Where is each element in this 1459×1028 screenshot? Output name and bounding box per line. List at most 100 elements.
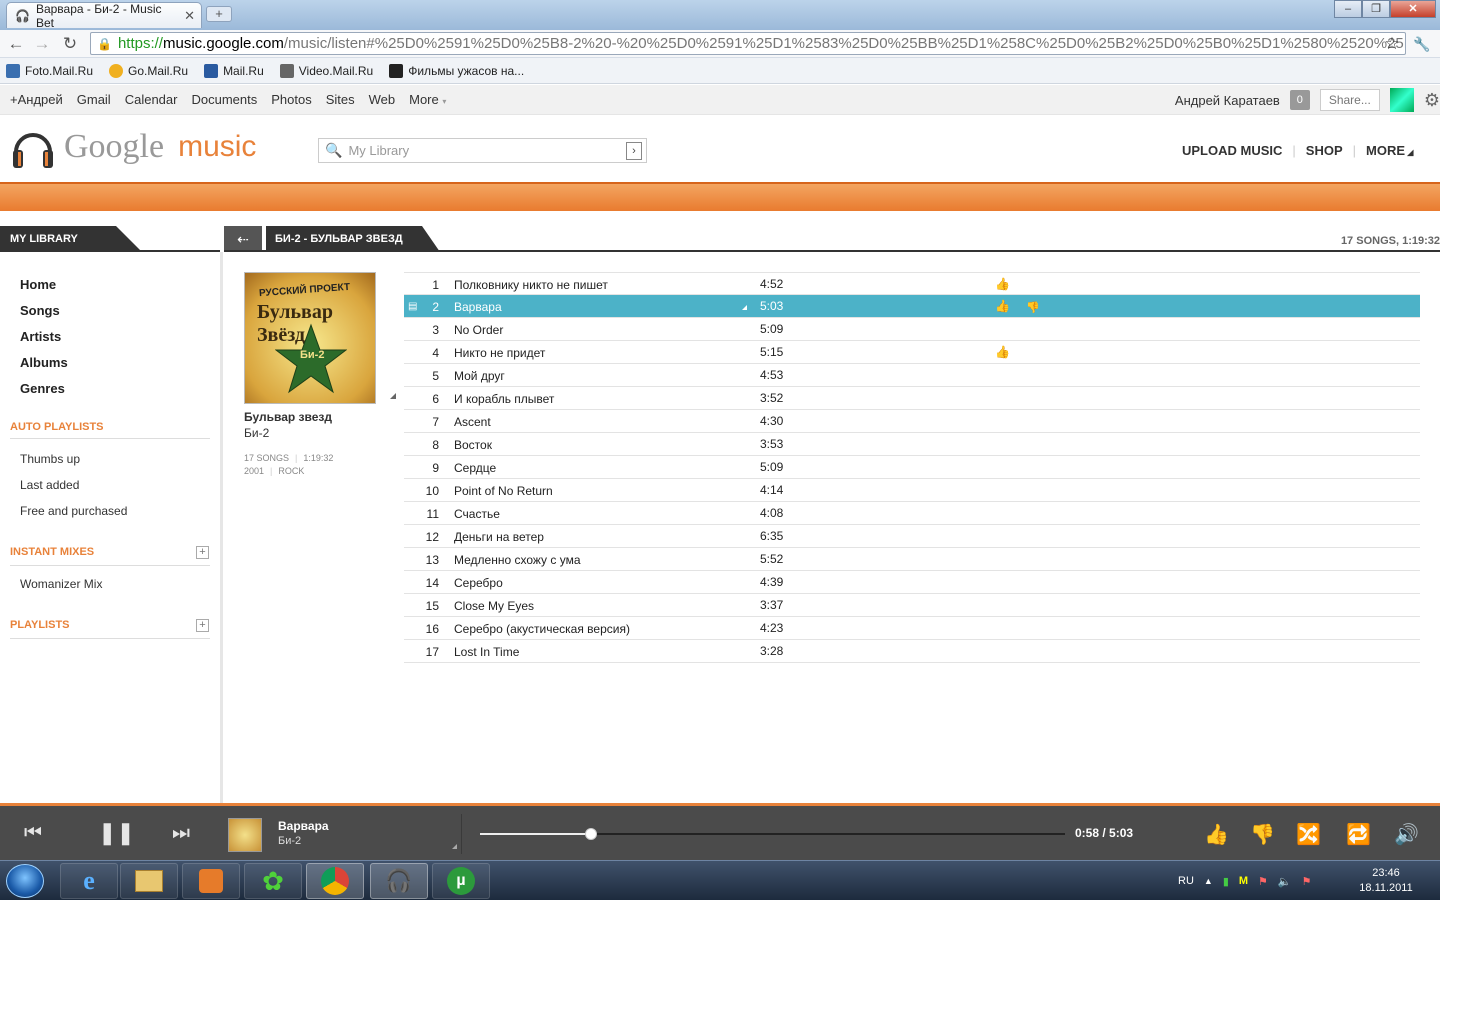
now-playing-menu-icon[interactable] xyxy=(452,844,457,849)
gbar-plus[interactable]: +Андрей xyxy=(10,92,63,107)
upload-music-link[interactable]: UPLOAD MUSIC xyxy=(1182,143,1282,158)
add-playlist-button[interactable]: + xyxy=(196,619,209,632)
gbar-photos[interactable]: Photos xyxy=(271,92,311,107)
start-button[interactable] xyxy=(6,864,44,898)
thumbs-down-icon[interactable]: 👎 xyxy=(1250,822,1275,847)
shop-link[interactable]: SHOP xyxy=(1306,143,1343,158)
track-row[interactable]: 10 Point of No Return 4:14 xyxy=(404,479,1420,502)
search-go-button[interactable]: › xyxy=(626,141,642,160)
bookmark-item[interactable]: Video.Mail.Ru xyxy=(279,63,373,78)
repeat-icon[interactable]: 🔁 xyxy=(1346,822,1371,847)
address-bar[interactable]: 🔒 https://music.google.com/music/listen#… xyxy=(90,32,1406,55)
bookmark-item[interactable]: Фильмы ужасов на... xyxy=(389,63,524,78)
track-row[interactable]: 5 Мой друг 4:53 xyxy=(404,364,1420,387)
music-manager-taskbar-icon[interactable]: 🎧 xyxy=(370,863,428,899)
google-music-logo[interactable]: Google music xyxy=(10,124,256,170)
album-title[interactable]: Бульвар звезд xyxy=(244,410,332,424)
next-icon[interactable]: ⏭ xyxy=(172,822,190,845)
show-hidden-icons-icon[interactable]: ▲ xyxy=(1204,876,1213,886)
track-row[interactable]: 6 И корабль плывет 3:52 xyxy=(404,387,1420,410)
avatar[interactable] xyxy=(1389,88,1414,112)
browser-tab[interactable]: 🎧 Варвара - Би-2 - Music Bet ✕ xyxy=(6,2,202,30)
explorer-taskbar-icon[interactable] xyxy=(120,863,178,899)
back-button[interactable]: ⇠ xyxy=(224,226,262,252)
track-row[interactable]: 14 Серебро 4:39 xyxy=(404,571,1420,594)
chrome-taskbar-icon[interactable] xyxy=(306,863,364,899)
wrench-icon[interactable]: 🔧 xyxy=(1412,34,1432,54)
track-row[interactable]: 16 Серебро (акустическая версия) 4:23 xyxy=(404,617,1420,640)
previous-icon[interactable]: ⏮ xyxy=(24,822,42,845)
bookmark-item[interactable]: Go.Mail.Ru xyxy=(109,63,188,78)
back-arrow-icon[interactable]: ← xyxy=(6,34,26,54)
reload-icon[interactable]: ↻ xyxy=(60,34,80,54)
bookmark-item[interactable]: Mail.Ru xyxy=(204,63,264,78)
nav-songs[interactable]: Songs xyxy=(20,298,68,324)
nav-artists[interactable]: Artists xyxy=(20,324,68,350)
playlist-thumbs-up[interactable]: Thumbs up xyxy=(20,452,80,466)
gbar-more[interactable]: More ▾ xyxy=(409,92,446,107)
media-player-taskbar-icon[interactable] xyxy=(182,863,240,899)
star-icon[interactable]: ☆ xyxy=(1382,34,1402,54)
more-link[interactable]: MORE ◢ xyxy=(1366,143,1413,158)
track-row[interactable]: 4 Никто не придет 5:15 👍 xyxy=(404,341,1420,364)
new-tab-button[interactable]: + xyxy=(206,6,232,22)
notification-count[interactable]: 0 xyxy=(1289,90,1310,110)
minimize-button[interactable]: – xyxy=(1334,0,1362,18)
tray-app-icon[interactable]: ▮ xyxy=(1223,875,1229,888)
maximize-button[interactable]: ❐ xyxy=(1362,0,1390,18)
gbar-documents[interactable]: Documents xyxy=(191,92,257,107)
add-instant-mix-button[interactable]: + xyxy=(196,546,209,559)
action-center-icon[interactable]: ⚑ xyxy=(1302,875,1312,888)
track-row[interactable]: 8 Восток 3:53 xyxy=(404,433,1420,456)
track-row[interactable]: 17 Lost In Time 3:28 xyxy=(404,640,1420,663)
network-warning-icon[interactable]: ⚑ xyxy=(1258,875,1268,888)
pause-icon[interactable]: ❚❚ xyxy=(98,820,135,846)
thumbs-up-icon[interactable]: 👍 xyxy=(995,299,1010,313)
volume-icon[interactable]: 🔊 xyxy=(1394,822,1419,847)
language-indicator[interactable]: RU xyxy=(1178,875,1194,887)
track-row[interactable]: ▤ 2 Варвара 5:03 👍 👎 xyxy=(404,295,1420,318)
thumbs-down-icon[interactable]: 👎 xyxy=(1026,301,1040,314)
ie-taskbar-icon[interactable]: e xyxy=(60,863,118,899)
track-row[interactable]: 15 Close My Eyes 3:37 xyxy=(404,594,1420,617)
now-playing-cover[interactable] xyxy=(228,818,262,852)
nav-genres[interactable]: Genres xyxy=(20,376,68,402)
nav-home[interactable]: Home xyxy=(20,272,68,298)
thumbs-up-icon[interactable]: 👍 xyxy=(995,345,1010,359)
gear-icon[interactable]: ⚙ xyxy=(1424,90,1440,111)
track-row[interactable]: 13 Медленно схожу с ума 5:52 xyxy=(404,548,1420,571)
utorrent-taskbar-icon[interactable]: µ xyxy=(432,863,490,899)
gbar-gmail[interactable]: Gmail xyxy=(77,92,111,107)
instant-mix-item[interactable]: Womanizer Mix xyxy=(20,577,102,591)
track-menu-icon[interactable] xyxy=(742,305,747,310)
gbar-calendar[interactable]: Calendar xyxy=(125,92,178,107)
thumbs-up-icon[interactable]: 👍 xyxy=(1204,822,1229,847)
playlist-last-added[interactable]: Last added xyxy=(20,478,79,492)
album-menu-icon[interactable] xyxy=(390,393,396,399)
gbar-sites[interactable]: Sites xyxy=(326,92,355,107)
track-row[interactable]: 1 Полковнику никто не пишет 4:52 👍 xyxy=(404,272,1420,295)
track-row[interactable]: 11 Счастье 4:08 xyxy=(404,502,1420,525)
tray-m-icon[interactable]: M xyxy=(1239,875,1248,887)
share-box[interactable]: Share... xyxy=(1319,89,1380,111)
bookmark-item[interactable]: Foto.Mail.Ru xyxy=(6,63,93,78)
close-window-button[interactable]: ✕ xyxy=(1390,0,1436,18)
shuffle-icon[interactable]: 🔀 xyxy=(1296,822,1321,847)
thumbs-up-icon[interactable]: 👍 xyxy=(995,277,1010,291)
user-name[interactable]: Андрей Каратаев xyxy=(1175,93,1280,108)
track-row[interactable]: 12 Деньги на ветер 6:35 xyxy=(404,525,1420,548)
track-row[interactable]: 7 Ascent 4:30 xyxy=(404,410,1420,433)
playlist-free-purchased[interactable]: Free and purchased xyxy=(20,504,127,518)
speaker-icon[interactable]: 🔈 xyxy=(1278,875,1292,888)
album-artist[interactable]: Би-2 xyxy=(244,426,269,440)
track-row[interactable]: 9 Сердце 5:09 xyxy=(404,456,1420,479)
icq-taskbar-icon[interactable]: ✿ xyxy=(244,863,302,899)
close-tab-icon[interactable]: ✕ xyxy=(184,8,195,24)
search-input[interactable]: 🔍 My Library › xyxy=(318,138,647,163)
progress-handle[interactable] xyxy=(585,828,597,840)
track-row[interactable]: 3 No Order 5:09 xyxy=(404,318,1420,341)
clock[interactable]: 23:46 18.11.2011 xyxy=(1350,866,1422,896)
gbar-web[interactable]: Web xyxy=(369,92,396,107)
album-cover[interactable]: РУССКИЙ ПРОЕКТ Бульвар Звёзд Би-2 xyxy=(244,272,376,404)
nav-albums[interactable]: Albums xyxy=(20,350,68,376)
